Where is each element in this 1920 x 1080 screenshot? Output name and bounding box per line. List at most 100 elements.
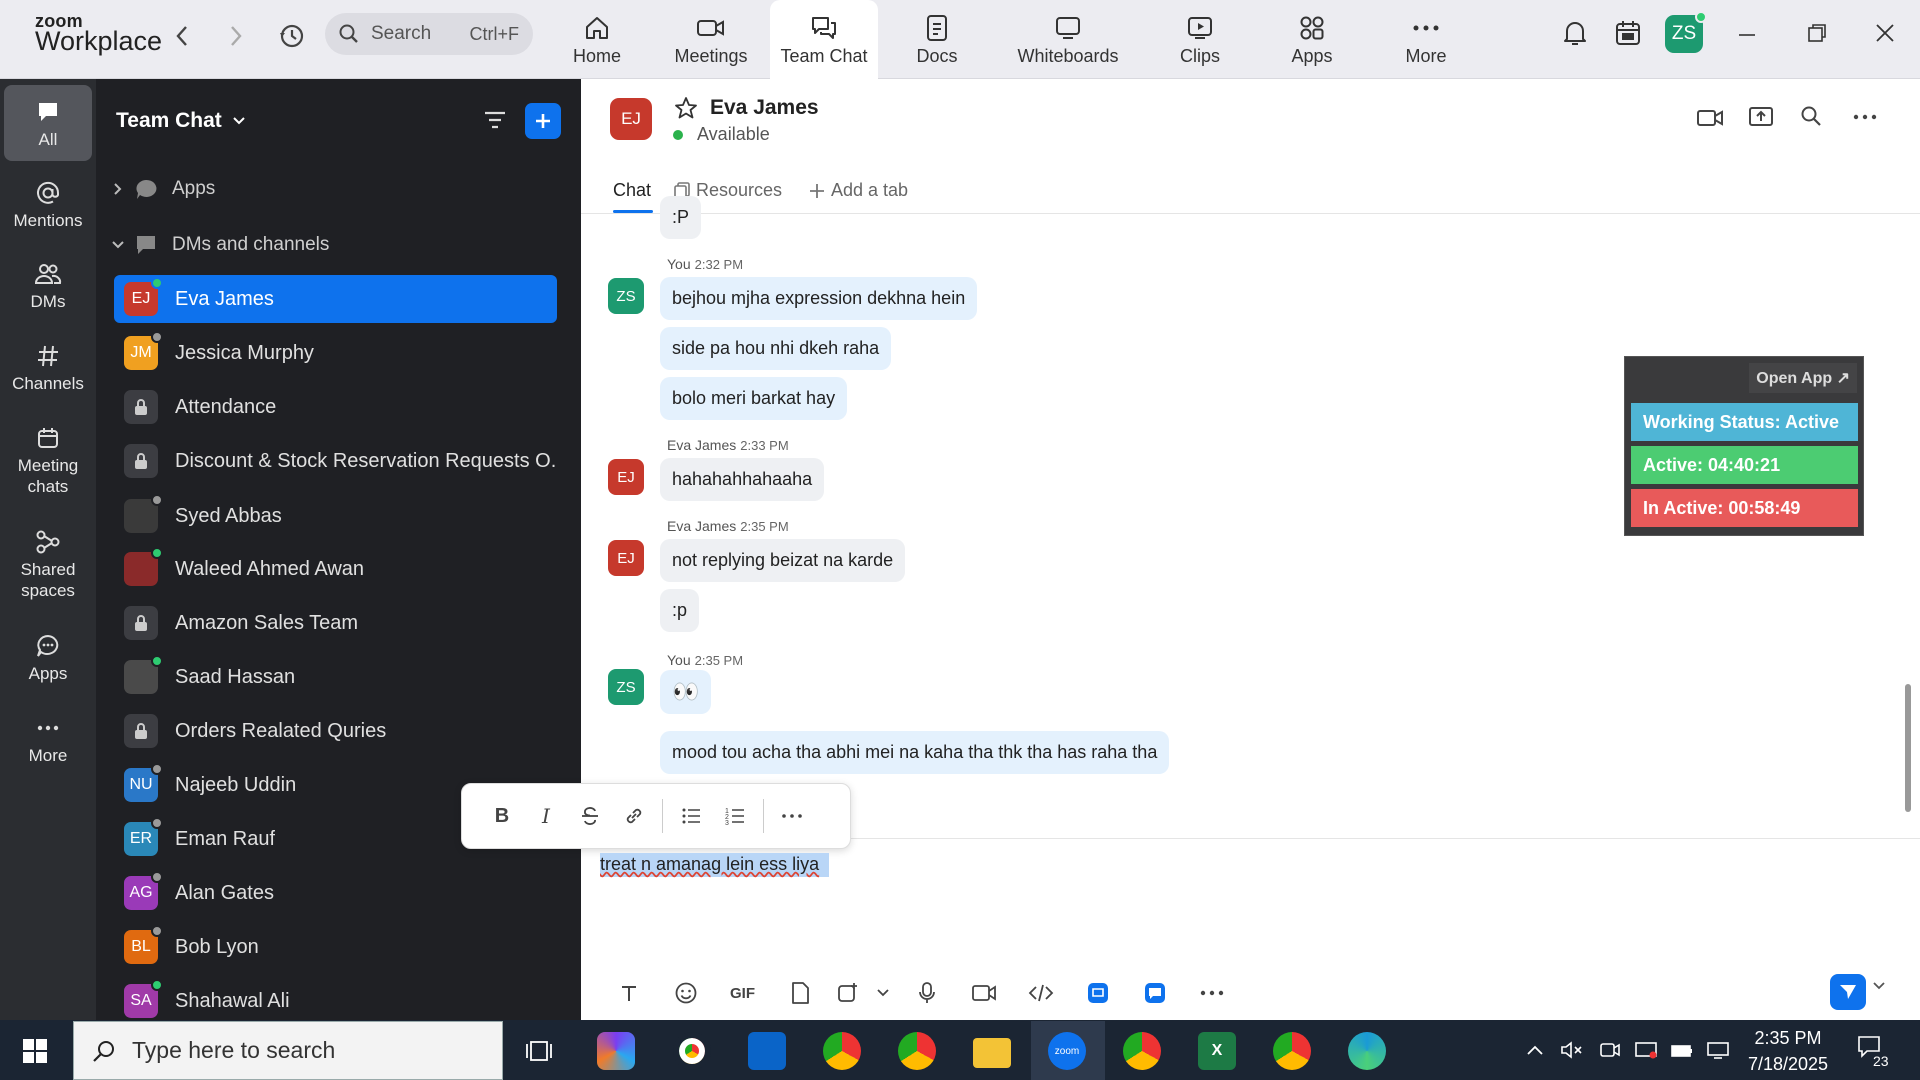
more-format-icon[interactable] xyxy=(770,813,814,819)
file-explorer-icon[interactable] xyxy=(973,1038,1011,1068)
send-button[interactable] xyxy=(1830,974,1866,1010)
tab-whiteboards[interactable]: Whiteboards xyxy=(1016,0,1120,79)
message-bubble[interactable]: not replying beizat na karde xyxy=(660,539,906,582)
close-icon[interactable] xyxy=(1874,22,1896,44)
calendar-icon[interactable] xyxy=(1614,18,1642,48)
sidebar-item[interactable]: EJ Eva James xyxy=(114,275,557,323)
tab-more[interactable]: More xyxy=(1404,0,1448,79)
code-icon[interactable] xyxy=(1012,983,1069,1003)
contact-name[interactable]: Eva James xyxy=(710,96,819,120)
sidebar-item[interactable]: JM Jessica Murphy xyxy=(114,329,557,377)
user-avatar[interactable]: ZS xyxy=(1665,11,1707,53)
text-format-icon[interactable] xyxy=(600,982,657,1004)
message-bubble[interactable]: mood tou acha tha abhi mei na kaha tha t… xyxy=(660,731,1170,774)
excel-icon[interactable]: X xyxy=(1198,1032,1236,1070)
more-dots-icon[interactable] xyxy=(1183,990,1240,996)
screen-icon[interactable] xyxy=(1634,1040,1658,1060)
bold-button[interactable]: B xyxy=(480,805,524,828)
rail-item-dms[interactable]: DMs xyxy=(0,257,96,312)
message-scrollbar[interactable] xyxy=(1905,684,1911,812)
history-icon[interactable] xyxy=(275,22,307,50)
rail-item-apps[interactable]: Apps xyxy=(0,629,96,684)
volume-muted-icon[interactable] xyxy=(1560,1040,1584,1060)
bulleted-list-icon[interactable] xyxy=(669,805,713,827)
sidebar-item[interactable]: Orders Realated Quries xyxy=(114,707,557,755)
sidebar-item[interactable]: Saad Hassan xyxy=(114,653,557,701)
video-call-icon[interactable] xyxy=(1696,107,1724,129)
section-dms-channels[interactable]: DMs and channels xyxy=(110,234,329,256)
forward-arrow-icon[interactable] xyxy=(222,22,250,50)
minimize-icon[interactable] xyxy=(1736,22,1758,44)
add-tab-button[interactable]: Add a tab xyxy=(809,180,908,201)
zoom-app-icon[interactable]: zoom xyxy=(1048,1032,1086,1070)
search-icon[interactable] xyxy=(1800,105,1822,127)
meet-now-icon[interactable] xyxy=(1599,1040,1621,1060)
tab-home[interactable]: Home xyxy=(570,0,624,79)
sidebar-title[interactable]: Team Chat xyxy=(116,109,246,133)
message-bubble[interactable]: hahahahhahaaha xyxy=(660,458,825,501)
message-bubble[interactable]: side pa hou nhi dkeh raha xyxy=(660,327,892,370)
message-avatar[interactable]: ZS xyxy=(608,669,644,705)
rail-item-mentions[interactable]: Mentions xyxy=(0,176,96,231)
windows-start-icon[interactable] xyxy=(22,1038,48,1064)
chrome-icon[interactable] xyxy=(1273,1032,1311,1070)
app-shortcut-icon[interactable] xyxy=(1126,981,1183,1005)
rail-item-more[interactable]: More xyxy=(0,711,96,766)
file-icon[interactable] xyxy=(771,981,828,1005)
back-arrow-icon[interactable] xyxy=(168,22,196,50)
section-apps[interactable]: Apps xyxy=(110,178,215,200)
tab-chat[interactable]: Chat xyxy=(613,180,651,201)
open-app-button[interactable]: Open App ↗ xyxy=(1749,363,1857,393)
tab-team-chat[interactable]: Team Chat xyxy=(770,0,878,80)
app-shortcut-icon[interactable] xyxy=(1069,981,1126,1005)
chevron-down-icon[interactable] xyxy=(1873,982,1885,990)
chevron-down-icon[interactable] xyxy=(868,989,898,997)
chrome-icon[interactable] xyxy=(898,1032,936,1070)
message-avatar[interactable]: EJ xyxy=(608,540,644,576)
rail-item-meeting-chats[interactable]: Meeting chats xyxy=(0,421,96,498)
taskbar-search[interactable]: Type here to search xyxy=(73,1021,503,1080)
message-avatar[interactable]: EJ xyxy=(608,459,644,495)
message-bubble[interactable]: 👀 xyxy=(660,670,712,714)
sidebar-item[interactable]: SA Shahawal Ali xyxy=(114,977,557,1025)
bell-icon[interactable] xyxy=(1561,18,1589,48)
outlook-icon[interactable] xyxy=(748,1032,786,1070)
contact-avatar[interactable]: EJ xyxy=(610,98,652,140)
tab-clips[interactable]: Clips xyxy=(1180,0,1220,79)
message-bubble[interactable]: bolo meri barkat hay xyxy=(660,377,848,420)
sidebar-item[interactable]: Amazon Sales Team xyxy=(114,599,557,647)
chrome-icon[interactable] xyxy=(823,1032,861,1070)
link-icon[interactable] xyxy=(612,805,656,827)
sidebar-item[interactable]: BL Bob Lyon xyxy=(114,923,557,971)
more-options-icon[interactable] xyxy=(1853,114,1877,120)
tab-meetings[interactable]: Meetings xyxy=(671,0,751,79)
chevron-up-icon[interactable] xyxy=(1526,1044,1544,1056)
chrome-icon[interactable] xyxy=(1123,1032,1161,1070)
numbered-list-icon[interactable]: 123 xyxy=(713,805,757,827)
battery-icon[interactable] xyxy=(1670,1040,1694,1060)
message-bubble[interactable]: bejhou mjha expression dekhna hein xyxy=(660,277,978,320)
notification-center[interactable]: 23 xyxy=(1857,1035,1889,1069)
microphone-icon[interactable] xyxy=(898,981,955,1005)
sidebar-item[interactable]: AG Alan Gates xyxy=(114,869,557,917)
copilot-icon[interactable] xyxy=(597,1032,635,1070)
emoji-icon[interactable] xyxy=(657,981,714,1005)
sidebar-item[interactable]: Waleed Ahmed Awan xyxy=(114,545,557,593)
chrome-icon[interactable] xyxy=(673,1032,711,1070)
message-bubble[interactable]: :P xyxy=(660,196,702,239)
italic-button[interactable]: I xyxy=(524,804,568,828)
edge-icon[interactable] xyxy=(1348,1032,1386,1070)
sidebar-item[interactable]: Discount & Stock Reservation Requests O.… xyxy=(114,437,557,485)
tab-docs[interactable]: Docs xyxy=(915,0,959,79)
strikethrough-button[interactable] xyxy=(568,805,612,827)
rail-item-channels[interactable]: Channels xyxy=(0,339,96,394)
screenshot-icon[interactable] xyxy=(828,981,868,1005)
rail-item-shared-spaces[interactable]: Shared spaces xyxy=(0,525,96,602)
task-view-icon[interactable] xyxy=(525,1039,553,1063)
message-input[interactable]: treat n amanag lein ess liya xyxy=(600,853,830,877)
sidebar-item[interactable]: Attendance xyxy=(114,383,557,431)
new-chat-button[interactable] xyxy=(525,103,561,139)
network-icon[interactable] xyxy=(1706,1040,1730,1060)
video-message-icon[interactable] xyxy=(955,982,1012,1004)
message-avatar[interactable]: ZS xyxy=(608,278,644,314)
